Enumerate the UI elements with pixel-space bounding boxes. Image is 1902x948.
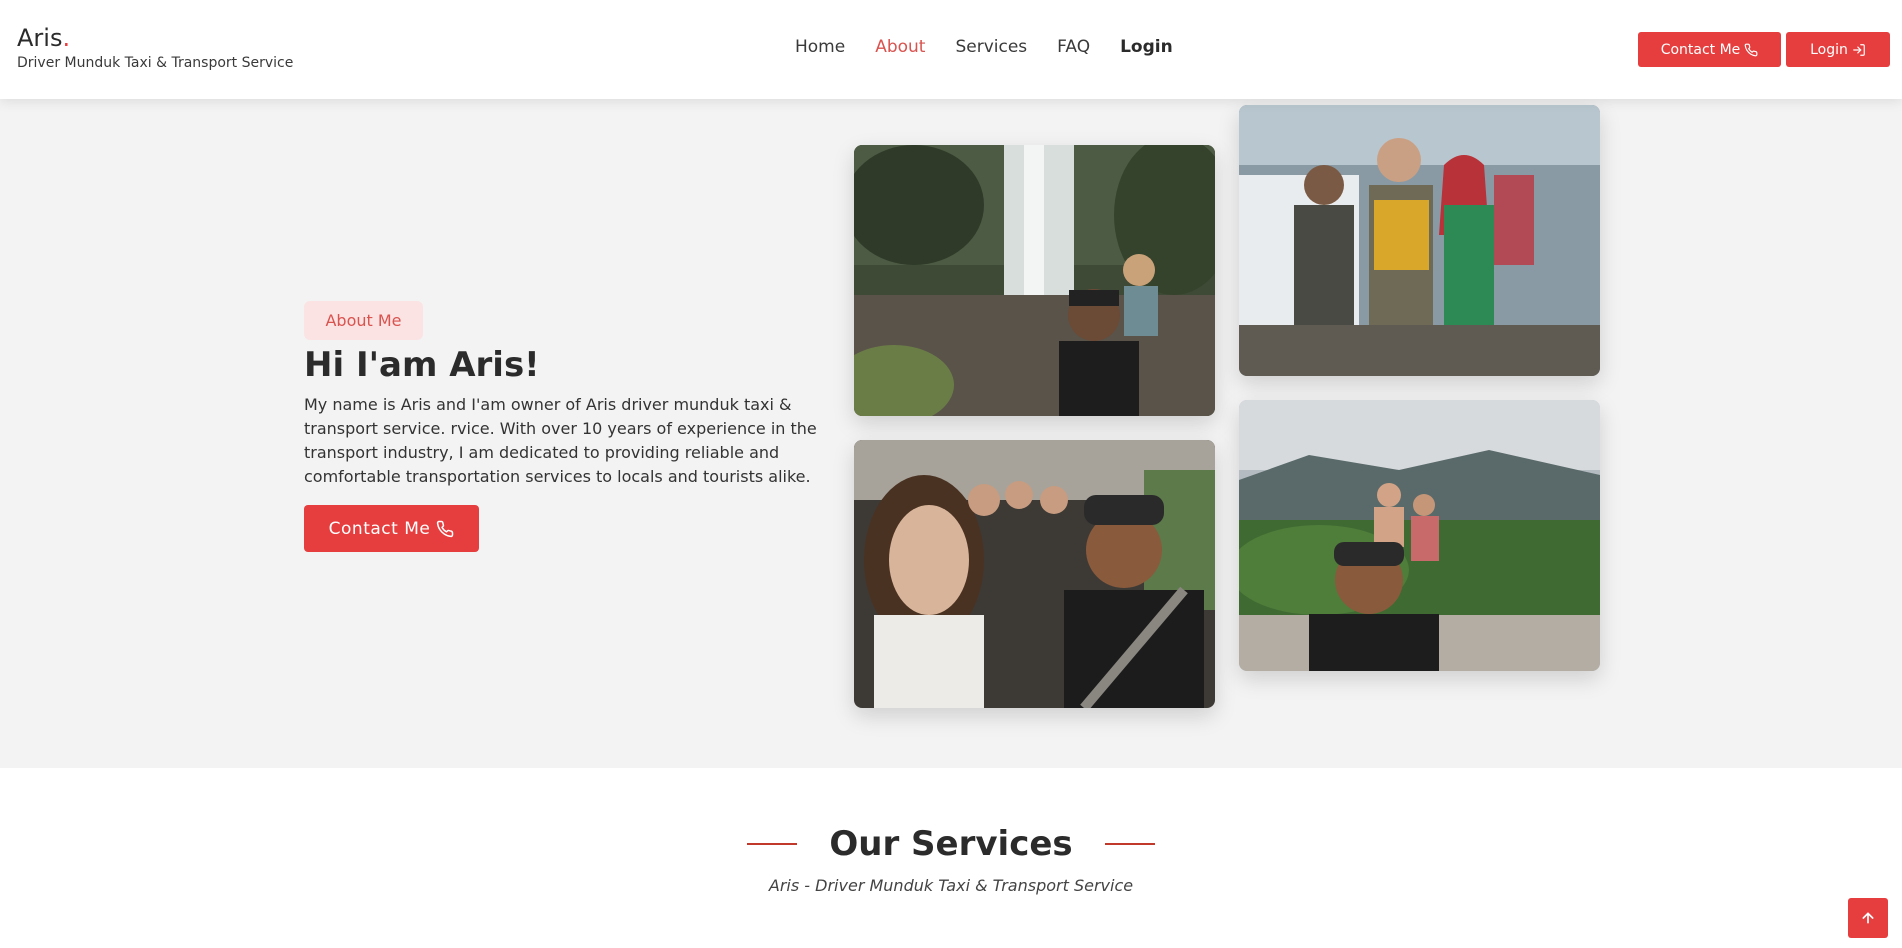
airport-group-photo — [1239, 105, 1600, 376]
site-header: Aris. Driver Munduk Taxi & Transport Ser… — [0, 0, 1902, 99]
about-title: Hi I'am Aris! — [304, 345, 540, 385]
nav-home[interactable]: Home — [795, 37, 845, 57]
about-section: About Me Hi I'am Aris! My name is Aris a… — [0, 99, 1902, 768]
arrow-up-icon — [1862, 912, 1874, 924]
heading-divider-left — [747, 843, 798, 845]
about-contact-label: Contact Me — [328, 518, 431, 539]
lake-viewpoint-photo — [1239, 400, 1600, 671]
login-icon — [1853, 43, 1865, 56]
brand-tagline: Driver Munduk Taxi & Transport Service — [17, 55, 294, 71]
nav-services[interactable]: Services — [955, 37, 1027, 57]
services-title: Our Services — [829, 824, 1073, 864]
brand[interactable]: Aris. Driver Munduk Taxi & Transport Ser… — [17, 24, 293, 71]
login-button[interactable]: Login — [1786, 32, 1890, 67]
phone-icon — [1744, 43, 1758, 56]
services-subtitle: Aris - Driver Munduk Taxi & Transport Se… — [768, 876, 1134, 895]
brand-name: Aris. — [17, 24, 293, 52]
nav-login[interactable]: Login — [1120, 37, 1173, 57]
brand-dot: . — [62, 24, 71, 52]
contact-me-label: Contact Me — [1660, 41, 1741, 58]
waterfall-photo — [854, 145, 1215, 416]
brand-name-text: Aris — [17, 24, 63, 52]
nav-about[interactable]: About — [875, 37, 925, 57]
main-nav: Home About Services FAQ Login — [795, 37, 1203, 57]
login-label: Login — [1810, 41, 1848, 58]
about-badge: About Me — [304, 301, 423, 340]
contact-me-button[interactable]: Contact Me — [1638, 32, 1781, 67]
heading-divider-right — [1104, 843, 1155, 845]
about-contact-button[interactable]: Contact Me — [304, 505, 479, 552]
phone-icon — [437, 520, 454, 537]
scroll-top-button[interactable] — [1848, 898, 1888, 938]
about-text: My name is Aris and I'am owner of Aris d… — [304, 395, 817, 486]
nav-faq[interactable]: FAQ — [1057, 37, 1090, 57]
car-selfie-photo — [854, 440, 1215, 708]
services-heading: Our Services — [0, 824, 1902, 864]
